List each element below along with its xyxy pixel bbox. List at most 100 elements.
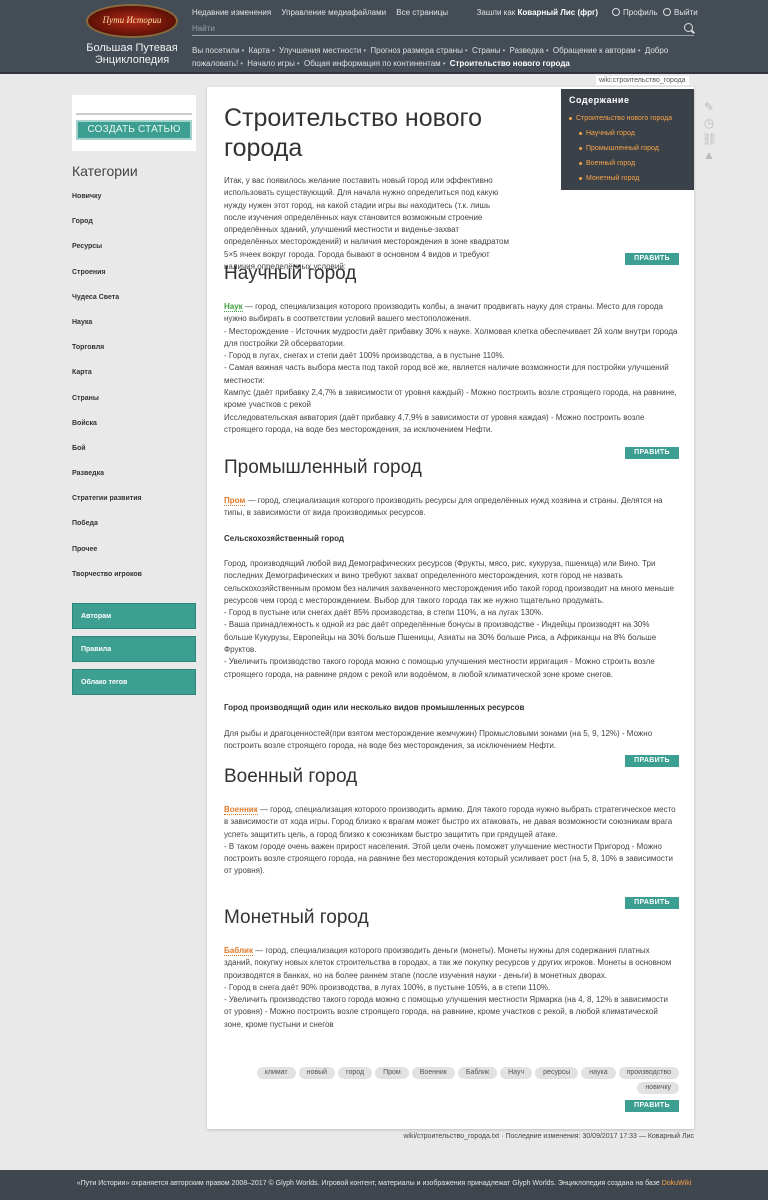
page-id: wiki:строительство_города [596,76,689,85]
category-link[interactable]: Карта [72,363,196,388]
category-link[interactable]: Бой [72,439,196,464]
media-manager-link[interactable]: Управление медиафайлами [281,8,386,17]
site-logo[interactable]: Пути Истории Большая Путевая Энциклопеди… [78,4,186,70]
category-link[interactable]: Прочее [72,540,196,565]
top-nav: Недавние изменения Управление медиафайла… [192,8,456,17]
logout-link[interactable]: Выйти [663,8,698,17]
tag[interactable]: наука [581,1067,616,1079]
science-text: Наук — город, специализация которого про… [224,302,678,434]
breadcrumb-link[interactable]: Прогноз размера страны [370,46,463,55]
toc-item[interactable]: Научный город [579,126,686,141]
toc-item[interactable]: Промышленный город [579,141,686,156]
category-link[interactable]: Торговля [72,338,196,363]
keyword-link[interactable]: Баблик [224,946,253,956]
breadcrumb-link[interactable]: Начало игры [247,59,295,68]
keyword-link[interactable]: Военник [224,805,258,815]
category-link[interactable]: Разведка [72,464,196,489]
section-heading: Научный город [224,263,357,284]
tag[interactable]: Военник [411,1067,455,1079]
category-link[interactable]: Строения [72,263,196,288]
edit-button[interactable]: ПРАВИТЬ [625,1100,679,1112]
category-link[interactable]: Творчество игроков [72,565,196,590]
categories-heading: Категории [72,163,138,179]
agri-text: Город, производящий любой вид Демографич… [224,559,674,679]
back-to-top-icon[interactable]: ▲ [702,148,716,162]
breadcrumb-link[interactable]: Карта [249,46,270,55]
breadcrumb-link[interactable]: Страны [472,46,501,55]
authors-button[interactable]: Авторам [72,603,196,629]
toc-item[interactable]: Монетный город [579,171,686,186]
backlinks-icon[interactable]: ⛓ [702,132,717,146]
toc-list: Строительство нового города Научный горо… [569,111,686,186]
page-info: wiki/строительство_города.txt · Последни… [403,1133,694,1140]
toc-item[interactable]: Строительство нового города [569,111,686,126]
breadcrumb-link[interactable]: Обращение к авторам [553,46,636,55]
category-link[interactable]: Город [72,212,196,237]
tag-cloud-button[interactable]: Облако тегов [72,669,196,695]
keyword-link[interactable]: Наук [224,302,243,312]
recent-changes-link[interactable]: Недавние изменения [192,8,271,17]
site-footer: «Пути Истории» охраняется авторским прав… [0,1170,768,1200]
sidebar-buttons: Авторам Правила Облако тегов [72,603,196,702]
user-icon [612,8,620,16]
breadcrumb-link[interactable]: Разведка [510,46,544,55]
subsection-title: Город производящий один или несколько ви… [224,703,525,712]
create-box-divider [76,99,192,115]
breadcrumb-current[interactable]: Строительство нового города [450,59,570,68]
rules-button[interactable]: Правила [72,636,196,662]
tag[interactable]: Науч [500,1067,533,1079]
categories-list: Новичку Город Ресурсы Строения Чудеса Св… [72,187,196,590]
all-pages-link[interactable]: Все страницы [396,8,448,17]
breadcrumb-link[interactable]: Улучшения местности [279,46,361,55]
tag[interactable]: город [338,1067,373,1079]
toc-item[interactable]: Военный город [579,156,686,171]
tag[interactable]: Пром [375,1067,409,1079]
subsection-title: Сельскохозяйственный город [224,534,344,543]
tag[interactable]: новичку [637,1082,679,1094]
table-of-contents: Содержание Строительство нового города Н… [561,89,694,190]
site-header: Пути Истории Большая Путевая Энциклопеди… [0,0,768,74]
tag[interactable]: Баблик [457,1067,498,1079]
category-link[interactable]: Ресурсы [72,237,196,262]
category-link[interactable]: Стратегии развития [72,489,196,514]
create-article-box: СОЗДАТЬ СТАТЬЮ [72,95,196,151]
page-title: Строительство нового города [224,104,483,162]
tag[interactable]: климат [256,1067,296,1079]
breadcrumb: Вы посетили • Карта • Улучшения местности •… [192,46,669,68]
category-link[interactable]: Войска [72,414,196,439]
site-title: Большая Путевая Энциклопедия [86,42,178,66]
edit-button[interactable]: ПРАВИТЬ [625,897,679,909]
category-link[interactable]: Наука [72,313,196,338]
create-article-button[interactable]: СОЗДАТЬ СТАТЬЮ [76,120,192,140]
dokuwiki-link[interactable]: DokuWiki [662,1180,692,1187]
edit-button[interactable]: ПРАВИТЬ [625,253,679,265]
category-link[interactable]: Чудеса Света [72,288,196,313]
revisions-clock-icon[interactable]: ◷ [702,116,716,130]
category-link[interactable]: Страны [72,389,196,414]
tag[interactable]: новый [298,1067,336,1079]
profile-link[interactable]: Профиль [612,8,658,17]
edit-pencil-icon[interactable]: ✎ [702,100,716,114]
keyword-link[interactable]: Пром [224,496,246,506]
tag[interactable]: ресурсы [535,1067,579,1079]
section-heading: Монетный город [224,907,369,928]
industry-text: Пром — город, специализация которого про… [224,496,663,518]
category-link[interactable]: Новичку [72,187,196,212]
toc-title[interactable]: Содержание [569,95,686,105]
edit-button[interactable]: ПРАВИТЬ [625,755,679,767]
section-heading: Военный город [224,766,358,787]
search-input[interactable] [192,22,694,36]
military-text: Военник — город, специализация которого … [224,805,676,876]
user-name[interactable]: Коварный Лис (фрг) [518,8,598,17]
edit-button[interactable]: ПРАВИТЬ [625,447,679,459]
search-icon[interactable] [684,23,693,32]
power-icon [663,8,671,16]
breadcrumb-link[interactable]: Общая информация по континентам [304,59,441,68]
category-link[interactable]: Победа [72,514,196,539]
logo-emblem: Пути Истории [86,4,178,38]
logged-in-info: Зашли как Коварный Лис (фрг) [476,8,598,17]
article: Строительство нового города Содержание С… [207,87,694,1129]
sidebar: СОЗДАТЬ СТАТЬЮ Категории Новичку Город Р… [72,95,196,590]
intro-paragraph: Итак, у вас появилось желание поставить … [224,176,509,272]
tag[interactable]: производство [618,1067,679,1079]
